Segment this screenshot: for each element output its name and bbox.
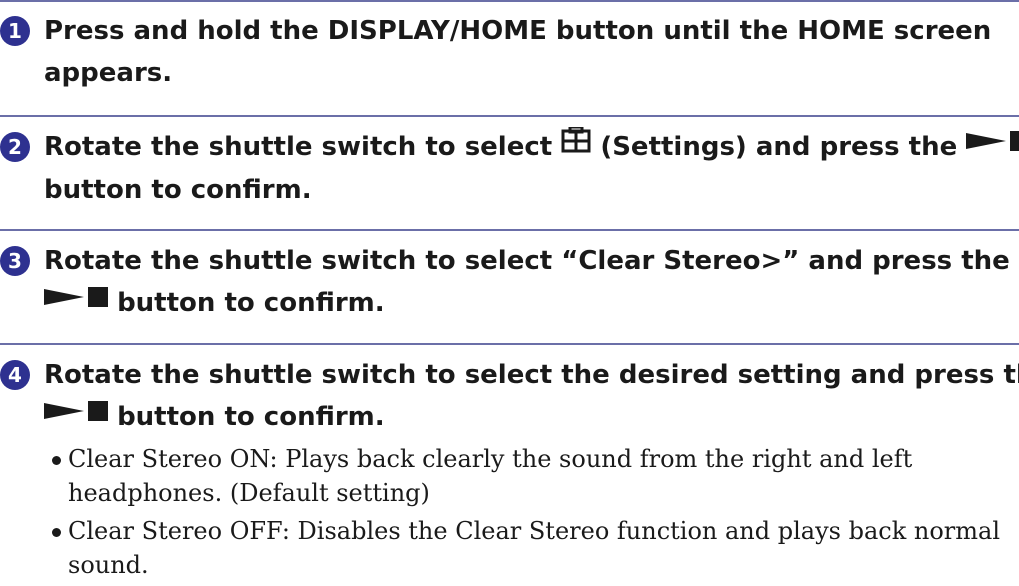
play-stop-icon: [44, 280, 108, 322]
bullet-icon: [52, 456, 61, 465]
step-3-text: Rotate the shuttle switch to select “Cle…: [44, 240, 1010, 325]
list-item: Clear Stereo OFF: Disables the Clear Ste…: [52, 514, 1012, 582]
step-1-text: Press and hold the DISPLAY/HOME button u…: [44, 10, 1004, 94]
step-2-line-1-a: Rotate the shuttle switch to select: [44, 132, 553, 162]
step-number-3: 3: [0, 246, 30, 276]
step-2-line-2: button to confirm.: [44, 174, 312, 205]
step-1-line-2: appears.: [44, 58, 173, 88]
step-2-line-1: Rotate the shuttle switch to select (Set…: [44, 124, 1019, 169]
divider-2: [0, 229, 1019, 231]
divider-top: [0, 0, 1019, 2]
bullet-icon: [52, 528, 61, 537]
step-2-line-1-b: (Settings) and press the: [600, 132, 958, 162]
step-4-line-2-text: button to confirm.: [117, 402, 385, 432]
instruction-page: 1 Press and hold the DISPLAY/HOME button…: [0, 0, 1019, 586]
step-number-1: 1: [0, 16, 30, 46]
step-2-text: Rotate the shuttle switch to select (Set…: [44, 124, 1019, 211]
step-1-line-1: Press and hold the DISPLAY/HOME button u…: [44, 16, 992, 46]
option-clear-stereo-on: Clear Stereo ON: Plays back clearly the …: [68, 445, 913, 507]
step-3-line-2: button to confirm.: [44, 282, 1004, 325]
list-item: Clear Stereo ON: Plays back clearly the …: [52, 442, 1012, 510]
step-3-line-2-text: button to confirm.: [117, 288, 385, 318]
divider-3: [0, 343, 1019, 345]
step-4-line-2: button to confirm.: [44, 396, 1004, 439]
divider-1: [0, 115, 1019, 117]
step-4-line-1: Rotate the shuttle switch to select the …: [44, 360, 1019, 390]
setting-options-list: Clear Stereo ON: Plays back clearly the …: [52, 442, 1012, 586]
play-stop-icon: [44, 394, 108, 436]
settings-icon: [561, 124, 591, 166]
step-4-text: Rotate the shuttle switch to select the …: [44, 354, 1019, 439]
option-clear-stereo-off: Clear Stereo OFF: Disables the Clear Ste…: [68, 517, 1001, 579]
step-number-4: 4: [0, 360, 30, 390]
step-3-line-1: Rotate the shuttle switch to select “Cle…: [44, 246, 1010, 276]
play-stop-icon: [966, 124, 1019, 166]
step-number-2: 2: [0, 132, 30, 162]
